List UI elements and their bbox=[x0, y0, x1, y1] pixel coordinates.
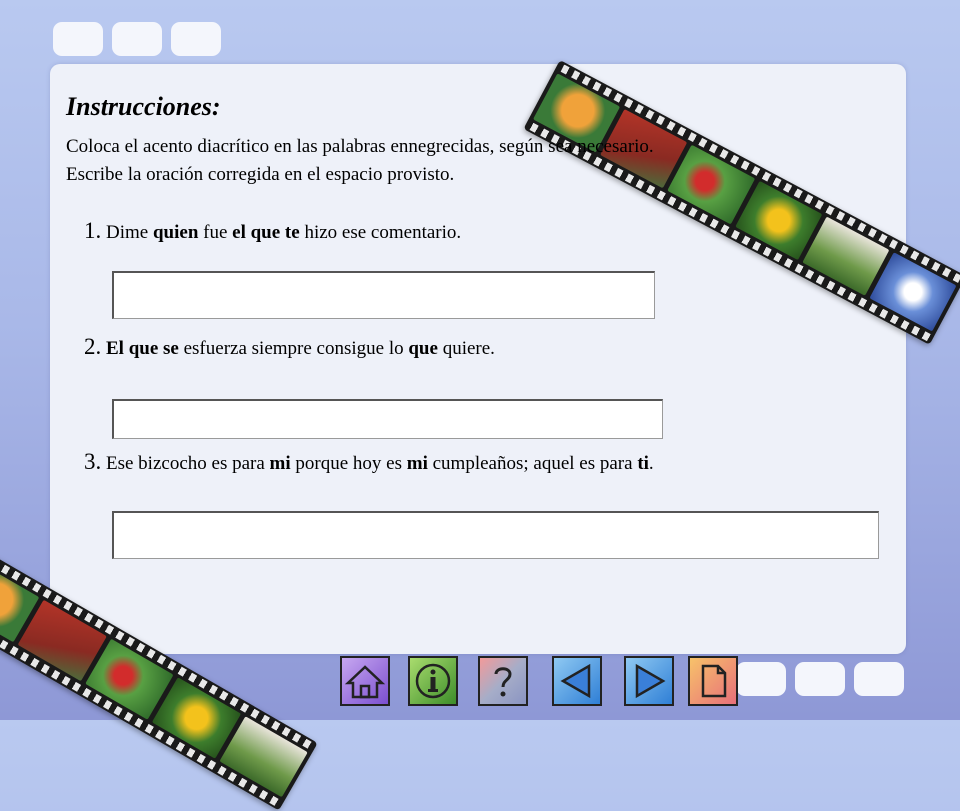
bold-word: mi bbox=[269, 453, 291, 474]
answer-field-1[interactable] bbox=[112, 271, 655, 319]
bold-word: mi bbox=[406, 453, 428, 474]
bold-word: quien bbox=[152, 222, 199, 243]
question-text: cumpleaños; aquel es para bbox=[427, 453, 638, 474]
help-button[interactable] bbox=[478, 656, 528, 706]
forward-arrow-icon bbox=[635, 663, 666, 699]
question-text: hizo ese comentario. bbox=[299, 222, 462, 243]
bold-word: se bbox=[163, 338, 179, 359]
back-arrow-icon bbox=[560, 663, 591, 699]
page-icon bbox=[701, 664, 727, 698]
bold-word: ti bbox=[637, 453, 649, 474]
forward-button[interactable] bbox=[624, 656, 674, 706]
info-button[interactable] bbox=[408, 656, 458, 706]
info-icon bbox=[415, 663, 451, 699]
question-text: porque hoy es bbox=[290, 453, 407, 474]
bottom-tab-2 bbox=[795, 662, 845, 696]
question-3: 3. Ese bizcocho es para mi porque hoy es… bbox=[84, 449, 654, 475]
home-button[interactable] bbox=[340, 656, 390, 706]
question-text: fue bbox=[198, 222, 233, 243]
question-text: esfuerza siempre consigue lo bbox=[178, 338, 409, 359]
answer-field-3[interactable] bbox=[112, 511, 879, 559]
back-button[interactable] bbox=[552, 656, 602, 706]
end-button[interactable] bbox=[688, 656, 738, 706]
instructions-line-1: Coloca el acento diacrítico en las palab… bbox=[66, 136, 654, 157]
help-icon bbox=[494, 667, 512, 697]
film-frame-blossom bbox=[869, 252, 957, 332]
question-text: Dime bbox=[101, 222, 153, 243]
answer-field-2[interactable] bbox=[112, 399, 663, 439]
top-tab-2 bbox=[112, 22, 162, 56]
question-text: Ese bizcocho es para bbox=[101, 453, 270, 474]
instructions-line-2: Escribe la oración corregida en el espac… bbox=[66, 164, 455, 185]
bold-word: el que te bbox=[232, 222, 300, 243]
top-tab-1 bbox=[53, 22, 103, 56]
bottom-tab-3 bbox=[854, 662, 904, 696]
bottom-tab-1 bbox=[736, 662, 786, 696]
bold-word: El que bbox=[106, 338, 159, 359]
top-tab-3 bbox=[171, 22, 221, 56]
bold-word: que bbox=[408, 338, 438, 359]
instructions-title: Instrucciones: bbox=[66, 92, 221, 121]
film-frame-bench bbox=[219, 716, 308, 798]
home-icon bbox=[344, 665, 386, 699]
question-number: 1. bbox=[84, 218, 102, 243]
question-number: 3. bbox=[84, 449, 102, 474]
question-text: quiere. bbox=[437, 338, 495, 359]
question-text: . bbox=[648, 453, 654, 474]
question-number: 2. bbox=[84, 334, 102, 359]
question-2: 2. El que se esfuerza siempre consigue l… bbox=[84, 334, 495, 360]
question-1: 1. Dime quien fue el que te hizo ese com… bbox=[84, 218, 461, 244]
